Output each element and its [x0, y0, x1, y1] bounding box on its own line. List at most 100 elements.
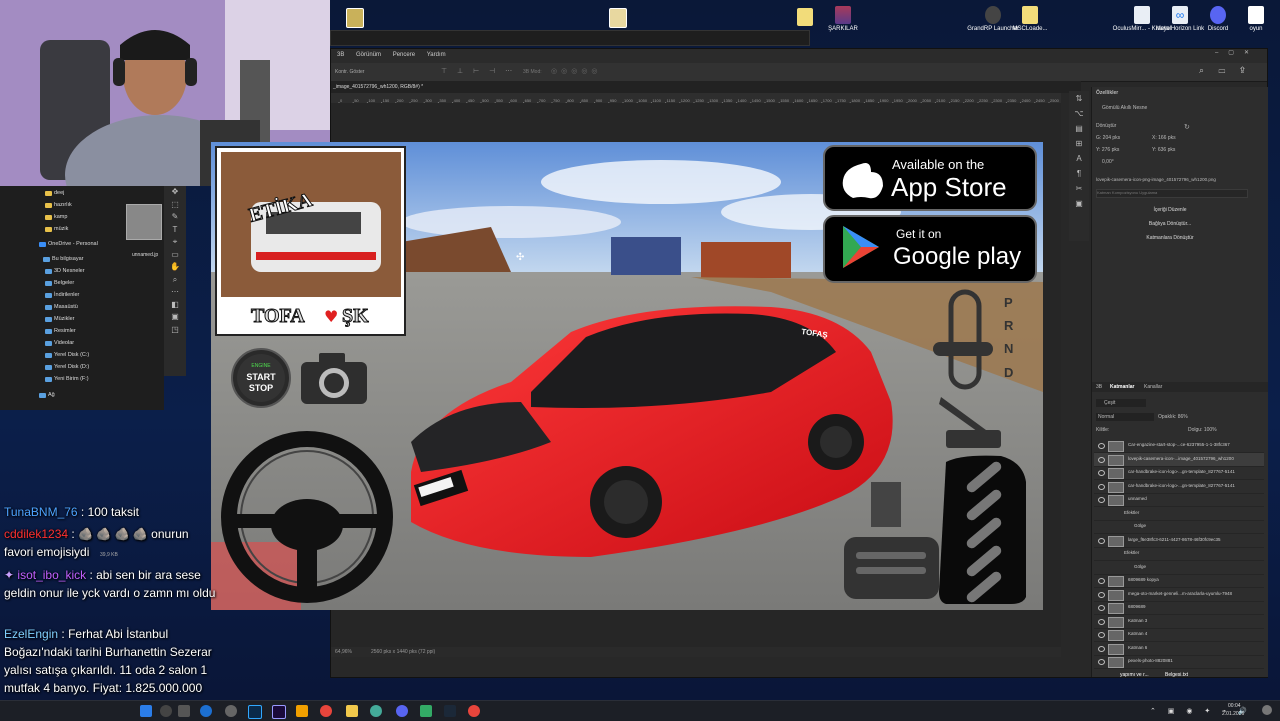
desktop-label[interactable]: yapımı ve r... — [1120, 672, 1149, 678]
visibility-eye-icon[interactable] — [1098, 497, 1105, 503]
explorer-item[interactable]: müzik — [54, 226, 68, 232]
start-icon[interactable] — [140, 705, 152, 717]
layer-row[interactable]: Efektler — [1094, 507, 1264, 521]
desktop-image-file-icon[interactable] — [325, 8, 385, 30]
visibility-eye-icon[interactable] — [1098, 537, 1105, 544]
app-icon[interactable] — [296, 705, 308, 717]
opacity-field[interactable]: Opaklık: 86% — [1158, 414, 1188, 420]
app-icon[interactable] — [420, 705, 432, 717]
layer-row[interactable]: large_f6e38fc3-6211-4427-8678-46f30fc9ec… — [1094, 534, 1264, 548]
layer-row[interactable]: car-handbrake-icon-logo-...gn-template_8… — [1094, 466, 1264, 480]
edit-contents-button[interactable]: İçeriği Düzenle — [1110, 207, 1230, 217]
layer-row[interactable]: car-handbrake-icon-logo-...gn-template_8… — [1094, 480, 1264, 494]
search-icon[interactable] — [160, 705, 172, 717]
fill-field[interactable]: Dolgu: 100% — [1188, 427, 1217, 433]
layer-row[interactable]: Katman 3 — [1094, 615, 1264, 629]
explorer-item[interactable]: Videolar — [54, 340, 74, 346]
explorer-item[interactable]: Resimler — [54, 328, 76, 334]
reset-icon[interactable]: ↻ — [1184, 123, 1190, 131]
align-icons[interactable]: ⊤ ⊥ ⊢ ⊣ ⋯ — [441, 67, 516, 75]
layer-row[interactable]: 6809689 — [1094, 601, 1264, 615]
visibility-eye-icon[interactable] — [1098, 470, 1105, 476]
convert-layers-button[interactable]: Katmanlara Dönüştür — [1110, 235, 1230, 245]
explorer-item[interactable]: Müzikler — [54, 316, 74, 322]
explorer-item[interactable]: 3D Nesneler — [54, 268, 85, 274]
search-icon[interactable]: ⌕ ▭ ⇪ — [1199, 65, 1251, 76]
layer-row[interactable]: Efektler — [1094, 547, 1264, 561]
x-field[interactable]: X: 166 pks — [1152, 135, 1176, 141]
layer-row[interactable]: pexels-photo-8820881 — [1094, 655, 1264, 669]
height-field[interactable]: Y: 276 pks — [1096, 147, 1119, 153]
menu-view[interactable]: Görünüm — [356, 52, 381, 58]
visibility-eye-icon[interactable] — [1098, 632, 1105, 638]
premiere-icon[interactable] — [272, 705, 286, 719]
layer-comp-select[interactable]: Katman Kompozisyonu Uygulama — [1096, 189, 1248, 198]
explorer-item[interactable]: deej — [54, 190, 64, 196]
desktop-label[interactable]: Belgesi.txt — [1165, 672, 1188, 678]
visibility-eye-icon[interactable] — [1098, 483, 1105, 490]
menu-help[interactable]: Yardım — [427, 52, 446, 58]
layer-row[interactable]: mega-oto-market-genneli...m-araclarla-uy… — [1094, 588, 1264, 602]
notification-icon[interactable] — [1262, 705, 1272, 715]
clock-time[interactable]: 00:04 — [1228, 703, 1241, 709]
show-controls-label[interactable]: Kontr. Göster — [335, 69, 364, 75]
window-controls[interactable]: –▢✕ — [1215, 49, 1259, 56]
angle-field[interactable]: 0,00° — [1102, 159, 1114, 165]
explorer-item[interactable]: Yeni Birim (F:) — [54, 376, 89, 382]
zoom-level[interactable]: 64,96% — [335, 649, 352, 655]
tab-3b[interactable]: 3B — [1096, 384, 1102, 390]
layer-filter-select[interactable]: Çeşit — [1096, 399, 1146, 407]
explorer-item[interactable]: İndirilenler — [54, 292, 79, 298]
explorer-item[interactable]: hazırlık — [54, 202, 72, 208]
blend-mode-select[interactable]: Normal — [1096, 413, 1154, 421]
explorer-item[interactable]: OneDrive - Personal — [48, 241, 98, 247]
visibility-eye-icon[interactable] — [1098, 605, 1105, 611]
panel-icons[interactable]: ⇅ ⌥ ▤ ⊞ A ¶ ✂ ▣ — [1069, 91, 1089, 211]
explorer-item[interactable]: kamp — [54, 214, 67, 220]
tab-channels[interactable]: Kanallar — [1144, 384, 1162, 390]
visibility-eye-icon[interactable] — [1098, 659, 1105, 665]
desktop-text-file-icon[interactable]: oyun — [1226, 6, 1280, 32]
visibility-eye-icon[interactable] — [1098, 618, 1105, 625]
layer-row[interactable]: Car-engazine-start-stop-...ce-6237955-1-… — [1094, 439, 1264, 453]
steam-icon[interactable] — [444, 705, 456, 717]
visibility-eye-icon[interactable] — [1098, 645, 1105, 652]
chrome-icon[interactable] — [320, 705, 332, 717]
desktop-winrar-icon[interactable]: ŞARKILAR — [813, 6, 873, 32]
discord-icon[interactable] — [396, 705, 408, 717]
layer-row[interactable]: Katman 4 — [1094, 628, 1264, 642]
layer-row[interactable]: Katman 6 — [1094, 642, 1264, 656]
visibility-eye-icon[interactable] — [1098, 443, 1105, 449]
y-field[interactable]: Y: 636 pks — [1152, 147, 1175, 153]
explorer-item[interactable]: Bu bilgisayar — [52, 256, 84, 262]
explorer-item[interactable]: Ağ — [48, 392, 55, 398]
tool-icons[interactable]: ✥ ⬚ ✎ T ⌖ ▭ ✋ ⌕ ⋯ ◧ ▣ ◳ — [164, 186, 186, 336]
unnamed-thumbnail[interactable] — [126, 204, 162, 240]
folder-icon[interactable] — [346, 705, 358, 717]
layer-row[interactable]: unnamed — [1094, 493, 1264, 507]
explorer-item[interactable]: Masaüstü — [54, 304, 78, 310]
layer-row[interactable]: Gölge — [1094, 520, 1264, 534]
visibility-eye-icon[interactable] — [1098, 591, 1105, 598]
clock-date[interactable]: 2.01.2026 — [1222, 711, 1244, 717]
gas-pedal[interactable] — [939, 455, 1026, 605]
menu-3b[interactable]: 3B — [337, 52, 344, 58]
chrome-icon[interactable] — [468, 705, 480, 717]
obs-icon[interactable] — [225, 705, 237, 717]
visibility-eye-icon[interactable] — [1098, 578, 1105, 584]
visibility-eye-icon[interactable] — [1098, 456, 1105, 463]
task-view-icon[interactable] — [178, 705, 190, 717]
menu-window[interactable]: Pencere — [393, 52, 415, 58]
3d-mode-icons[interactable]: ◎◎◎◎◎ — [551, 67, 602, 75]
explorer-item[interactable]: Yerel Disk (D:) — [54, 364, 89, 370]
layer-row[interactable]: lovepik-casemera-icon-...image_401572796… — [1094, 452, 1264, 467]
app-icon[interactable] — [370, 705, 382, 717]
explorer-item[interactable]: Belgeler — [54, 280, 74, 286]
photoshop-icon[interactable] — [248, 705, 262, 719]
layer-row[interactable]: Gölge — [1094, 561, 1264, 575]
edge-icon[interactable] — [200, 705, 212, 717]
desktop-image-file-icon[interactable] — [588, 8, 648, 30]
tab-layers[interactable]: Katmanlar — [1110, 384, 1134, 390]
desktop-folder-icon[interactable]: MSCLoade... — [1000, 6, 1060, 32]
layer-row[interactable]: 6809689 kopya — [1094, 574, 1264, 588]
